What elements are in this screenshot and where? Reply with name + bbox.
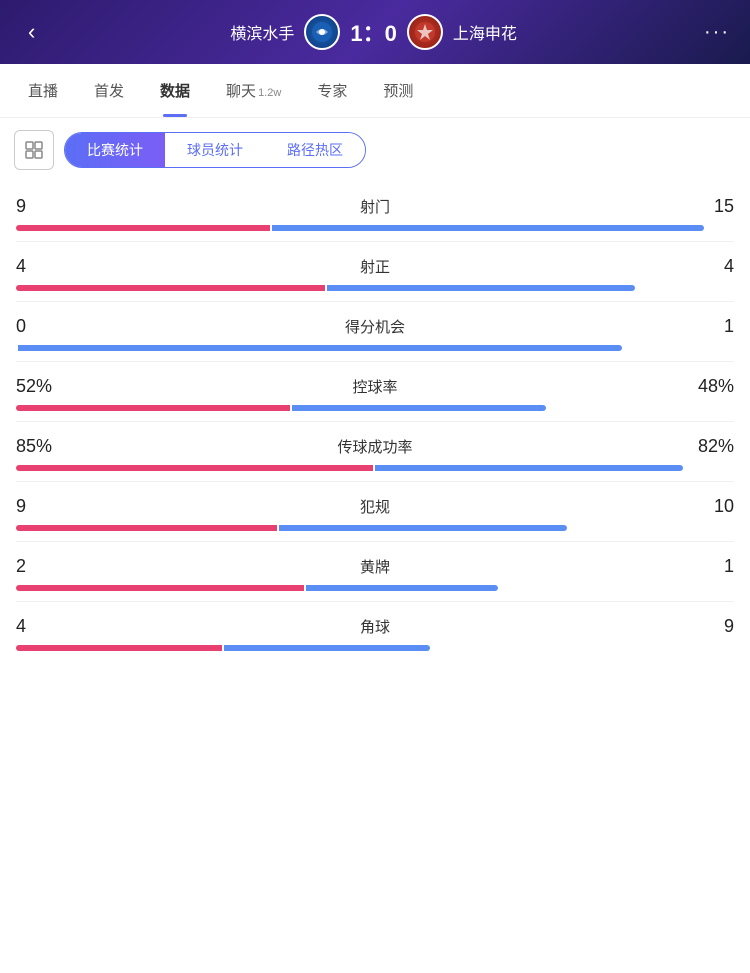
- bar-right: [375, 465, 684, 471]
- sub-tab-player-stats[interactable]: 球员统计: [165, 133, 265, 167]
- home-team-logo: [304, 14, 340, 50]
- stat-label: 得分机会: [76, 316, 674, 337]
- stat-right-value: 82%: [674, 436, 734, 457]
- stat-row: 0得分机会1: [16, 302, 734, 362]
- more-button[interactable]: ···: [704, 21, 730, 44]
- stat-label: 黄牌: [76, 556, 674, 577]
- match-score: 1：0: [350, 16, 396, 48]
- bar-right: [292, 405, 546, 411]
- stat-bars: [16, 285, 734, 291]
- stat-label: 犯规: [76, 496, 674, 517]
- stat-label: 角球: [76, 616, 674, 637]
- stat-bars: [16, 525, 734, 531]
- stat-left-value: 0: [16, 316, 76, 337]
- sub-nav-tabs: 比赛统计 球员统计 路径热区: [64, 132, 366, 168]
- stat-bars: [16, 345, 734, 351]
- stat-row: 4射正4: [16, 242, 734, 302]
- bar-left: [16, 405, 290, 411]
- bar-left: [16, 465, 373, 471]
- stat-right-value: 10: [674, 496, 734, 517]
- stat-bars: [16, 405, 734, 411]
- layout-icon[interactable]: [14, 130, 54, 170]
- stat-row: 85%传球成功率82%: [16, 422, 734, 482]
- stat-row: 4角球9: [16, 602, 734, 661]
- stats-container: 9射门154射正40得分机会152%控球率48%85%传球成功率82%9犯规10…: [0, 182, 750, 661]
- tab-expert[interactable]: 专家: [299, 64, 365, 117]
- stat-label: 射正: [76, 256, 674, 277]
- stat-left-value: 9: [16, 496, 76, 517]
- stat-left-value: 9: [16, 196, 76, 217]
- tab-chat[interactable]: 聊天1.2w: [208, 64, 299, 117]
- back-button[interactable]: ‹: [20, 15, 43, 49]
- away-team-name: 上海申花: [453, 20, 517, 44]
- bar-left: [16, 225, 270, 231]
- stat-right-value: 15: [674, 196, 734, 217]
- stat-label: 传球成功率: [76, 436, 674, 457]
- stat-bars: [16, 465, 734, 471]
- stat-row: 2黄牌1: [16, 542, 734, 602]
- tab-lineup[interactable]: 首发: [76, 64, 142, 117]
- stat-label: 射门: [76, 196, 674, 217]
- match-header: ‹ 横滨水手 1：0 上海申花 ···: [0, 0, 750, 64]
- bar-right: [272, 225, 704, 231]
- bar-right: [224, 645, 430, 651]
- match-info: 横滨水手 1：0 上海申花: [43, 14, 704, 50]
- chat-badge: 1.2w: [258, 87, 281, 99]
- tab-stats[interactable]: 数据: [142, 64, 208, 117]
- sub-tab-heatmap[interactable]: 路径热区: [265, 133, 365, 167]
- bar-right: [306, 585, 498, 591]
- bar-left: [16, 585, 304, 591]
- stat-bars: [16, 225, 734, 231]
- sub-tab-match-stats[interactable]: 比赛统计: [65, 133, 165, 167]
- stat-left-value: 4: [16, 256, 76, 277]
- bar-left: [16, 645, 222, 651]
- bar-right: [327, 285, 636, 291]
- stat-left-value: 4: [16, 616, 76, 637]
- tab-predict[interactable]: 预测: [365, 64, 431, 117]
- tab-live[interactable]: 直播: [10, 64, 76, 117]
- stat-row: 9射门15: [16, 182, 734, 242]
- stat-right-value: 48%: [674, 376, 734, 397]
- stat-row: 52%控球率48%: [16, 362, 734, 422]
- away-team-logo: [407, 14, 443, 50]
- bar-left: [16, 525, 277, 531]
- stat-right-value: 1: [674, 316, 734, 337]
- nav-tabs: 直播 首发 数据 聊天1.2w 专家 预测: [0, 64, 750, 118]
- sub-nav: 比赛统计 球员统计 路径热区: [0, 118, 750, 182]
- stat-right-value: 9: [674, 616, 734, 637]
- stat-label: 控球率: [76, 376, 674, 397]
- stat-left-value: 2: [16, 556, 76, 577]
- stat-right-value: 4: [674, 256, 734, 277]
- stat-row: 9犯规10: [16, 482, 734, 542]
- stat-left-value: 85%: [16, 436, 76, 457]
- bar-right: [279, 525, 567, 531]
- stat-right-value: 1: [674, 556, 734, 577]
- stat-bars: [16, 645, 734, 651]
- stat-left-value: 52%: [16, 376, 76, 397]
- bar-left: [16, 285, 325, 291]
- stat-bars: [16, 585, 734, 591]
- home-team-name: 横滨水手: [230, 20, 294, 44]
- bar-right: [18, 345, 622, 351]
